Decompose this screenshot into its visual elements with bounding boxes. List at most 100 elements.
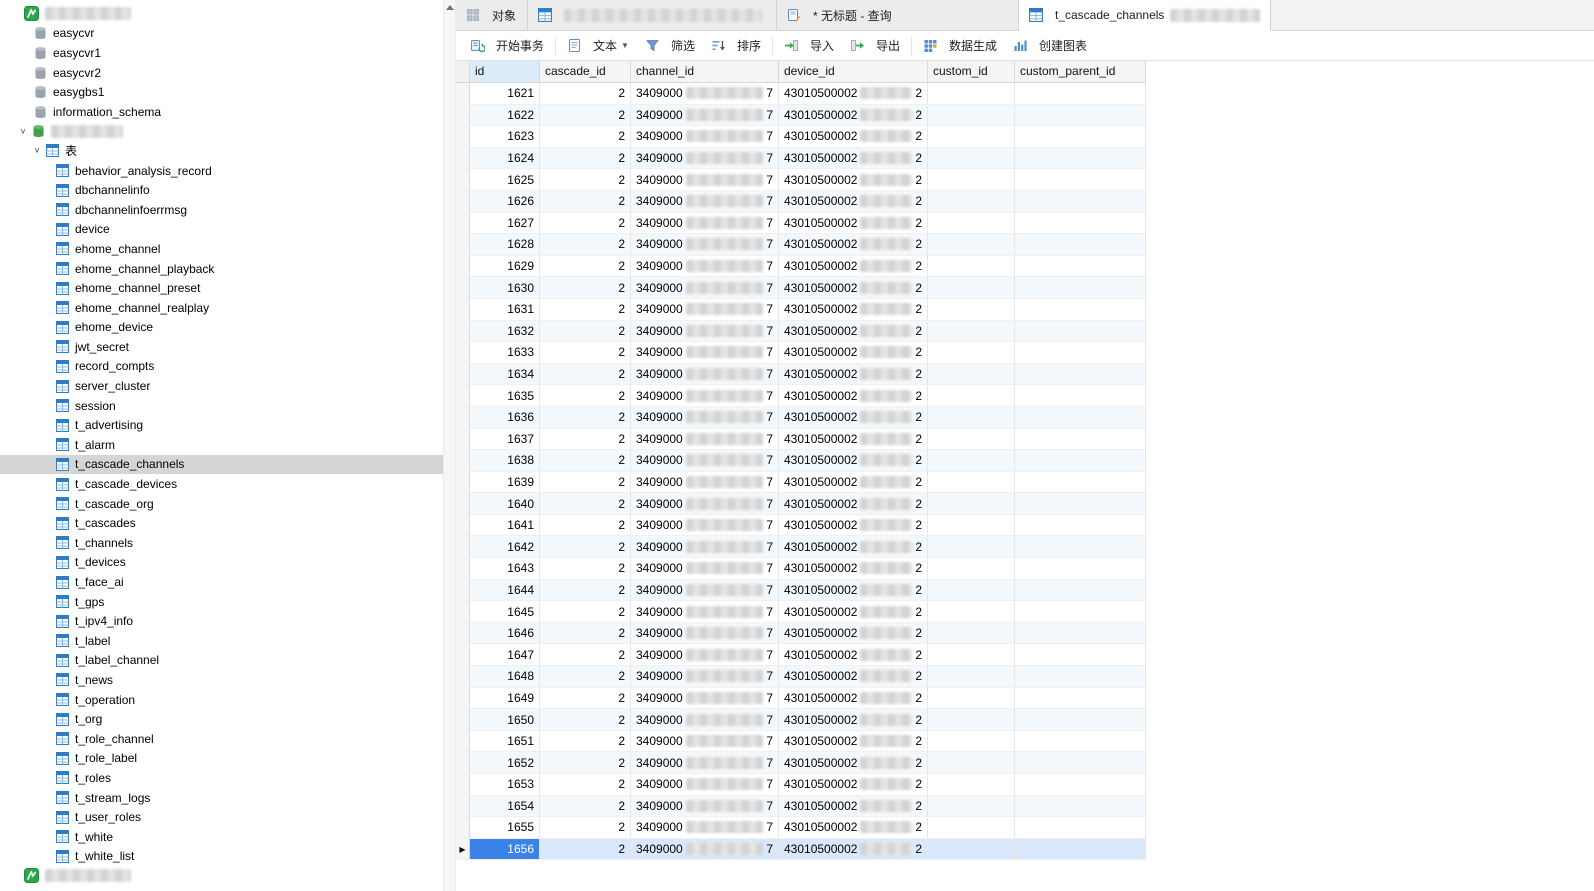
- data-generation-button[interactable]: 数据生成: [915, 34, 1005, 58]
- tree-database-easycvr2[interactable]: easycvr2: [0, 63, 443, 83]
- table-row[interactable]: 1643 2 3409000 7 43010500002 2: [456, 558, 1146, 580]
- table-row[interactable]: 1645 2 3409000 7 43010500002 2: [456, 601, 1146, 623]
- cell-id[interactable]: 1625: [470, 169, 540, 191]
- cell-custom-parent-id[interactable]: [1015, 601, 1146, 623]
- cell-id[interactable]: 1633: [470, 342, 540, 364]
- cell-device-id[interactable]: 43010500002 2: [779, 838, 928, 861]
- cell-cascade-id[interactable]: 2: [540, 234, 631, 256]
- cell-custom-parent-id[interactable]: [1015, 838, 1146, 861]
- tree-table-t_cascade_org[interactable]: t_cascade_org: [0, 494, 443, 514]
- cell-id[interactable]: 1626: [470, 190, 540, 213]
- cell-id[interactable]: 1621: [470, 83, 540, 105]
- cell-custom-id[interactable]: [928, 450, 1015, 472]
- tree-table-t_alarm[interactable]: t_alarm: [0, 435, 443, 455]
- cell-cascade-id[interactable]: 2: [540, 601, 631, 623]
- cell-device-id[interactable]: 43010500002 2: [779, 730, 928, 753]
- cell-channel-id[interactable]: 3409000 7: [631, 752, 779, 774]
- cell-cascade-id[interactable]: 2: [540, 558, 631, 580]
- cell-custom-id[interactable]: [928, 774, 1015, 796]
- cell-device-id[interactable]: 43010500002 2: [779, 622, 928, 645]
- table-row[interactable]: 1653 2 3409000 7 43010500002 2: [456, 774, 1146, 796]
- cell-custom-parent-id[interactable]: [1015, 104, 1146, 127]
- cell-custom-id[interactable]: [928, 730, 1015, 753]
- cell-custom-parent-id[interactable]: [1015, 342, 1146, 364]
- cell-custom-id[interactable]: [928, 147, 1015, 170]
- tab-table-data[interactable]: t_cascade_channels: [1019, 0, 1271, 31]
- cell-custom-id[interactable]: [928, 342, 1015, 364]
- table-row[interactable]: 1628 2 3409000 7 43010500002 2: [456, 234, 1146, 256]
- cell-cascade-id[interactable]: 2: [540, 190, 631, 213]
- cell-custom-parent-id[interactable]: [1015, 622, 1146, 645]
- table-row[interactable]: 1652 2 3409000 7 43010500002 2: [456, 752, 1146, 774]
- cell-channel-id[interactable]: 3409000 7: [631, 795, 779, 818]
- cell-custom-id[interactable]: [928, 406, 1015, 429]
- cell-custom-id[interactable]: [928, 579, 1015, 602]
- column-header-id[interactable]: id: [470, 61, 540, 82]
- tree-table-t_white[interactable]: t_white: [0, 827, 443, 847]
- cell-cascade-id[interactable]: 2: [540, 126, 631, 148]
- tree-table-t_stream_logs[interactable]: t_stream_logs: [0, 788, 443, 808]
- cell-custom-id[interactable]: [928, 817, 1015, 839]
- tree-table-server_cluster[interactable]: server_cluster: [0, 376, 443, 396]
- tree-table-t_gps[interactable]: t_gps: [0, 592, 443, 612]
- cell-custom-parent-id[interactable]: [1015, 212, 1146, 235]
- cell-id[interactable]: 1622: [470, 104, 540, 127]
- cell-device-id[interactable]: 43010500002 2: [779, 666, 928, 688]
- cell-channel-id[interactable]: 3409000 7: [631, 622, 779, 645]
- tree-table-t_channels[interactable]: t_channels: [0, 533, 443, 553]
- table-row[interactable]: 1639 2 3409000 7 43010500002 2: [456, 471, 1146, 494]
- cell-custom-parent-id[interactable]: [1015, 126, 1146, 148]
- column-header-custom-parent-id[interactable]: custom_parent_id: [1015, 61, 1146, 82]
- tree-table-device[interactable]: device: [0, 220, 443, 240]
- column-header-cascade-id[interactable]: cascade_id: [540, 61, 631, 82]
- cell-channel-id[interactable]: 3409000 7: [631, 147, 779, 170]
- tree-table-t_role_channel[interactable]: t_role_channel: [0, 729, 443, 749]
- cell-custom-id[interactable]: [928, 428, 1015, 451]
- cell-device-id[interactable]: 43010500002 2: [779, 277, 928, 299]
- cell-cascade-id[interactable]: 2: [540, 83, 631, 105]
- filter-button[interactable]: 筛选: [637, 34, 703, 58]
- tree-table-ehome_channel_playback[interactable]: ehome_channel_playback: [0, 259, 443, 279]
- tree-table-jwt_secret[interactable]: jwt_secret: [0, 337, 443, 357]
- cell-id[interactable]: 1630: [470, 277, 540, 299]
- cell-id[interactable]: 1638: [470, 450, 540, 472]
- cell-device-id[interactable]: 43010500002 2: [779, 234, 928, 256]
- cell-cascade-id[interactable]: 2: [540, 687, 631, 710]
- cell-custom-id[interactable]: [928, 558, 1015, 580]
- cell-id[interactable]: 1632: [470, 320, 540, 343]
- cell-custom-id[interactable]: [928, 212, 1015, 235]
- tree-table-t_role_label[interactable]: t_role_label: [0, 749, 443, 769]
- cell-custom-id[interactable]: [928, 363, 1015, 386]
- column-header-custom-id[interactable]: custom_id: [928, 61, 1015, 82]
- cell-device-id[interactable]: 43010500002 2: [779, 428, 928, 451]
- text-view-button[interactable]: 文本 ▼: [559, 34, 637, 58]
- cell-custom-id[interactable]: [928, 536, 1015, 559]
- sidebar-scrollbar[interactable]: [443, 0, 456, 891]
- cell-id[interactable]: 1627: [470, 212, 540, 235]
- cell-device-id[interactable]: 43010500002 2: [779, 536, 928, 559]
- tree-table-t_roles[interactable]: t_roles: [0, 768, 443, 788]
- cell-cascade-id[interactable]: 2: [540, 838, 631, 861]
- cell-channel-id[interactable]: 3409000 7: [631, 493, 779, 515]
- cell-custom-parent-id[interactable]: [1015, 514, 1146, 537]
- table-row[interactable]: 1623 2 3409000 7 43010500002 2: [456, 126, 1146, 148]
- cell-device-id[interactable]: 43010500002 2: [779, 493, 928, 515]
- scrollbar-up-arrow-icon[interactable]: [444, 0, 455, 15]
- table-row[interactable]: 1624 2 3409000 7 43010500002 2: [456, 147, 1146, 170]
- cell-custom-id[interactable]: [928, 385, 1015, 407]
- cell-id[interactable]: 1629: [470, 255, 540, 278]
- cell-id[interactable]: 1652: [470, 752, 540, 774]
- cell-channel-id[interactable]: 3409000 7: [631, 406, 779, 429]
- tree-table-t_white_list[interactable]: t_white_list: [0, 847, 443, 867]
- cell-channel-id[interactable]: 3409000 7: [631, 320, 779, 343]
- cell-channel-id[interactable]: 3409000 7: [631, 558, 779, 580]
- cell-device-id[interactable]: 43010500002 2: [779, 126, 928, 148]
- cell-channel-id[interactable]: 3409000 7: [631, 709, 779, 731]
- cell-custom-id[interactable]: [928, 709, 1015, 731]
- cell-channel-id[interactable]: 3409000 7: [631, 817, 779, 839]
- cell-id[interactable]: 1650: [470, 709, 540, 731]
- chevron-down-icon[interactable]: ∨: [14, 127, 32, 136]
- cell-custom-id[interactable]: [928, 298, 1015, 321]
- tree-tables-folder[interactable]: ∨ 表: [0, 141, 443, 161]
- cell-id[interactable]: 1628: [470, 234, 540, 256]
